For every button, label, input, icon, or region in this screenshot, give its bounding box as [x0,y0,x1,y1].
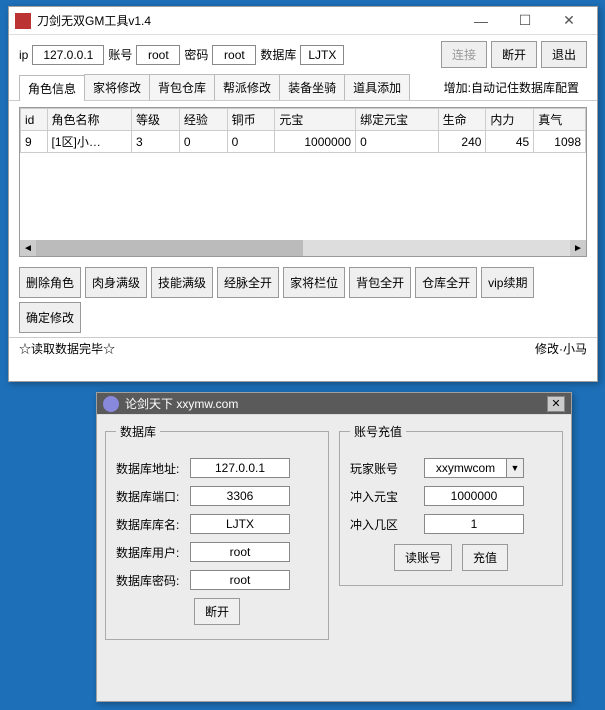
account-input[interactable] [136,45,180,65]
db-user-label: 数据库用户: [116,544,184,561]
cell[interactable]: 3 [132,131,180,153]
tab-general-edit[interactable]: 家将修改 [84,74,150,100]
status-right: 修改·小马 [535,340,587,357]
account-label: 账号 [108,46,132,63]
main-window: 刀剑无双GM工具v1.4 — ☐ ✕ ip 账号 密码 数据库 连接 断开 退出… [8,6,598,382]
read-account-button[interactable]: 读账号 [394,544,452,571]
skill-max-button[interactable]: 技能满级 [151,267,213,298]
tabs-extra-text: 增加:自动记住数据库配置 [436,75,587,100]
status-left: ☆读取数据完毕☆ [19,340,115,357]
col-bgold[interactable]: 绑定元宝 [356,109,439,131]
minimize-button[interactable]: — [459,8,503,34]
db-pwd-input[interactable] [190,570,290,590]
titlebar: 论剑天下 xxymw.com ✕ [97,393,571,415]
col-hp[interactable]: 生命 [438,109,486,131]
delete-role-button[interactable]: 删除角色 [19,267,81,298]
bag-open-button[interactable]: 背包全开 [349,267,411,298]
status-bar: ☆读取数据完毕☆ 修改·小马 [9,337,597,361]
tab-role-info[interactable]: 角色信息 [19,75,85,101]
window-title: 刀剑无双GM工具v1.4 [37,12,459,29]
cell[interactable]: 240 [438,131,486,153]
db-recharge-window: 论剑天下 xxymw.com ✕ 数据库 数据库地址: 数据库端口: 数据库库名… [96,392,572,702]
data-grid[interactable]: id 角色名称 等级 经验 铜币 元宝 绑定元宝 生命 内力 真气 9 [1区]… [19,107,587,257]
cell[interactable]: [1区]小… [47,131,131,153]
app-icon [15,13,31,29]
tab-bag-storage[interactable]: 背包仓库 [149,74,215,100]
ip-input[interactable] [32,45,104,65]
database-group: 数据库 数据库地址: 数据库端口: 数据库库名: 数据库用户: 数据库密码: 断… [105,423,329,640]
password-label: 密码 [184,46,208,63]
cell[interactable]: 0 [179,131,227,153]
scroll-right-icon[interactable]: ► [570,240,586,256]
chevron-down-icon[interactable]: ▼ [506,458,524,478]
col-copper[interactable]: 铜币 [227,109,275,131]
player-input[interactable] [424,458,506,478]
recharge-group: 账号充值 玩家账号 ▼ 冲入元宝 冲入几区 读账号 充值 [339,423,563,586]
db-port-input[interactable] [190,486,290,506]
scroll-thumb[interactable] [36,240,303,256]
db-addr-label: 数据库地址: [116,460,184,477]
db-name-input[interactable] [190,514,290,534]
ip-label: ip [19,48,28,62]
cell[interactable]: 9 [21,131,48,153]
window-title: 论剑天下 xxymw.com [125,395,547,412]
player-label: 玩家账号 [350,460,418,477]
gold-label: 冲入元宝 [350,488,418,505]
db-disconnect-button[interactable]: 断开 [194,598,240,625]
database-input[interactable] [300,45,344,65]
col-qi[interactable]: 真气 [534,109,586,131]
storage-open-button[interactable]: 仓库全开 [415,267,477,298]
table-row[interactable]: 9 [1区]小… 3 0 0 1000000 0 240 45 1098 [21,131,586,153]
db-user-input[interactable] [190,542,290,562]
maximize-button[interactable]: ☐ [503,8,547,34]
vip-renew-button[interactable]: vip续期 [481,267,534,298]
cell[interactable]: 1000000 [275,131,356,153]
tab-guild-edit[interactable]: 帮派修改 [214,74,280,100]
col-name[interactable]: 角色名称 [47,109,131,131]
disconnect-button[interactable]: 断开 [491,41,537,68]
scroll-left-icon[interactable]: ◄ [20,240,36,256]
cell[interactable]: 1098 [534,131,586,153]
col-id[interactable]: id [21,109,48,131]
player-combo[interactable]: ▼ [424,458,524,478]
db-addr-input[interactable] [190,458,290,478]
exit-button[interactable]: 退出 [541,41,587,68]
connect-button[interactable]: 连接 [441,41,487,68]
gold-input[interactable] [424,486,524,506]
col-gold[interactable]: 元宝 [275,109,356,131]
col-level[interactable]: 等级 [132,109,180,131]
connection-row: ip 账号 密码 数据库 连接 断开 退出 [9,35,597,74]
charge-button[interactable]: 充值 [462,544,508,571]
database-legend: 数据库 [116,423,160,440]
grid-header-row: id 角色名称 等级 经验 铜币 元宝 绑定元宝 生命 内力 真气 [21,109,586,131]
action-row: 删除角色 肉身满级 技能满级 经脉全开 家将栏位 背包全开 仓库全开 vip续期… [9,263,597,337]
cell[interactable]: 0 [356,131,439,153]
password-input[interactable] [212,45,256,65]
db-name-label: 数据库库名: [116,516,184,533]
general-slot-button[interactable]: 家将栏位 [283,267,345,298]
cell[interactable]: 0 [227,131,275,153]
db-pwd-label: 数据库密码: [116,572,184,589]
tab-item-add[interactable]: 道具添加 [344,74,410,100]
recharge-legend: 账号充值 [350,423,406,440]
meridian-open-button[interactable]: 经脉全开 [217,267,279,298]
close-button[interactable]: ✕ [547,8,591,34]
db-port-label: 数据库端口: [116,488,184,505]
titlebar: 刀剑无双GM工具v1.4 — ☐ ✕ [9,7,597,35]
zone-input[interactable] [424,514,524,534]
zone-label: 冲入几区 [350,516,418,533]
app-icon [103,396,119,412]
tab-equip-mount[interactable]: 装备坐骑 [279,74,345,100]
tab-bar: 角色信息 家将修改 背包仓库 帮派修改 装备坐骑 道具添加 增加:自动记住数据库… [9,74,597,101]
database-label: 数据库 [260,46,296,63]
col-exp[interactable]: 经验 [179,109,227,131]
cell[interactable]: 45 [486,131,534,153]
confirm-edit-button[interactable]: 确定修改 [19,302,81,333]
body-max-button[interactable]: 肉身满级 [85,267,147,298]
close-button[interactable]: ✕ [547,396,565,412]
col-mp[interactable]: 内力 [486,109,534,131]
horizontal-scrollbar[interactable]: ◄ ► [20,240,586,256]
